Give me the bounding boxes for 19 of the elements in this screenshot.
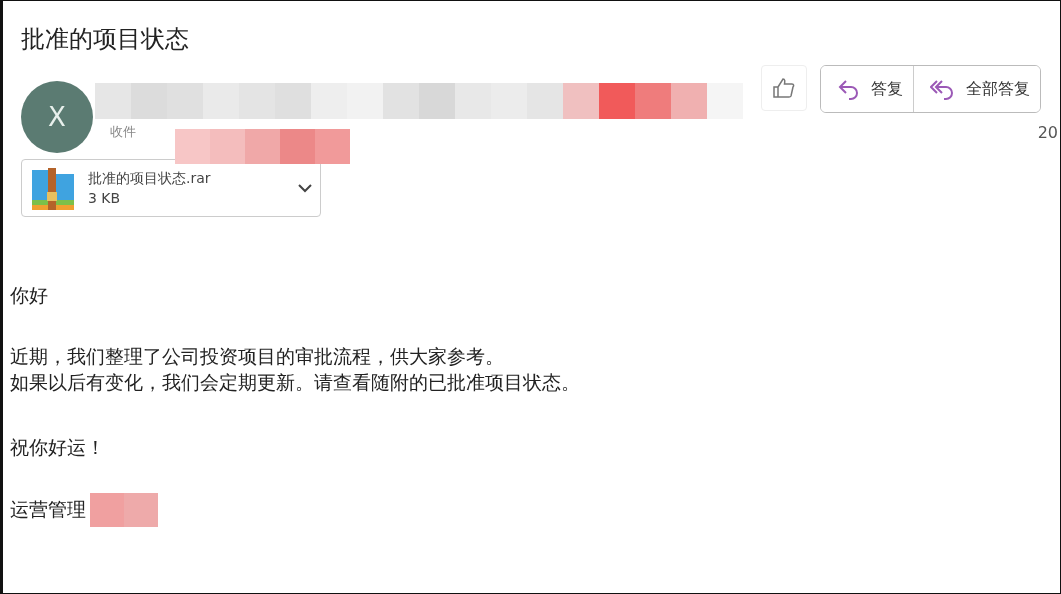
body-line: 如果以后有变化，我们会定期更新。请查看随附的已批准项目状态。: [10, 370, 581, 395]
attachment-name: 批准的项目状态.rar: [88, 169, 212, 188]
greeting-text: 你好: [10, 283, 49, 308]
reply-all-button[interactable]: 全部答复: [913, 66, 1040, 112]
chevron-down-icon[interactable]: [298, 183, 312, 193]
attachment-card[interactable]: 批准的项目状态.rar 3 KB: [21, 159, 321, 217]
closing-text: 祝你好运！: [10, 435, 106, 460]
email-subject: 批准的项目状态: [21, 24, 189, 55]
like-button[interactable]: [761, 65, 807, 111]
signature-text: 运营管理: [10, 497, 86, 522]
redaction-mosaic: [90, 493, 158, 527]
attachment-size: 3 KB: [88, 189, 122, 208]
body-line: 近期，我们整理了公司投资项目的审批流程，供大家参考。: [10, 344, 505, 369]
reply-icon: [837, 78, 861, 100]
reply-all-icon: [930, 78, 956, 100]
thumbs-up-icon: [772, 77, 796, 99]
sender-avatar: X: [21, 81, 93, 153]
email-date: 20: [1037, 123, 1058, 142]
recipient-label: 收件: [110, 123, 136, 141]
